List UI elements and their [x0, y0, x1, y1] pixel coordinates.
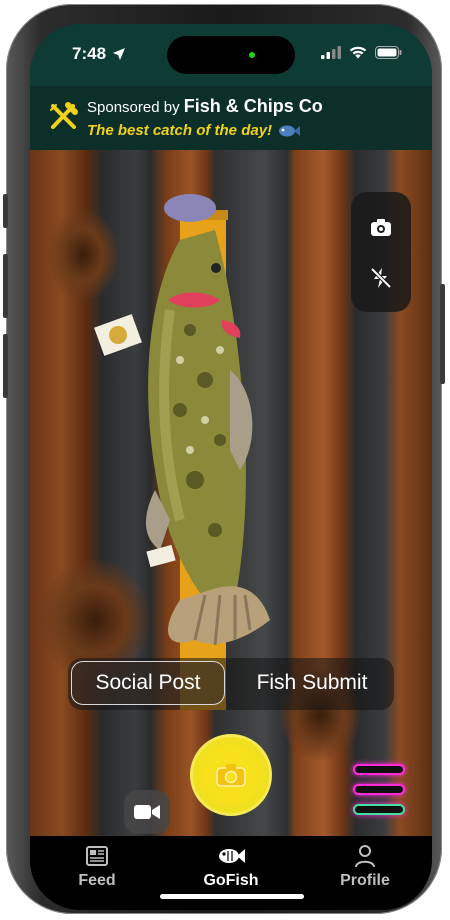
power-button	[440, 284, 445, 384]
menu-bar	[353, 764, 405, 775]
newspaper-icon	[86, 846, 108, 866]
volume-up-button	[3, 254, 8, 318]
camera-indicator-dot	[249, 52, 255, 58]
phone-frame: 7:48 Sponsored by Fish & Chips Co The be…	[3, 4, 445, 914]
tab-gofish[interactable]: GoFish	[186, 844, 276, 890]
status-time: 7:48	[72, 44, 126, 64]
action-button	[3, 194, 8, 228]
fish-icon	[219, 849, 245, 863]
sponsor-tagline: The best catch of the day!	[87, 122, 301, 139]
clock: 7:48	[72, 44, 107, 63]
shutter-button[interactable]	[190, 734, 272, 816]
tagline-text: The best catch of the day!	[87, 122, 273, 139]
tab-feed[interactable]: Feed	[52, 844, 142, 890]
menu-button[interactable]	[353, 764, 405, 820]
battery-icon	[375, 46, 402, 59]
shutter-inner	[201, 745, 261, 805]
tab-feed-label: Feed	[78, 872, 116, 889]
volume-down-button	[3, 334, 8, 398]
sponsor-name: Fish & Chips Co	[183, 96, 323, 116]
cellular-signal-icon	[321, 46, 341, 59]
menu-bar	[353, 784, 405, 795]
sponsored-banner[interactable]: Sponsored by Fish & Chips Co The best ca…	[30, 86, 432, 150]
person-icon	[355, 845, 375, 868]
tab-profile[interactable]: Profile	[320, 844, 410, 890]
location-arrow-icon	[113, 48, 126, 60]
camera-controls-panel	[351, 192, 411, 312]
tab-gofish-label: GoFish	[203, 872, 259, 889]
sponsor-line: Sponsored by Fish & Chips Co	[87, 96, 323, 117]
wifi-icon	[349, 46, 367, 59]
fish-emoji-icon	[279, 125, 301, 136]
tab-profile-label: Profile	[340, 872, 390, 889]
social-post-tab[interactable]: Social Post	[71, 661, 225, 705]
menu-bar	[353, 804, 405, 815]
video-camera-icon	[134, 805, 160, 819]
status-icons	[321, 46, 402, 59]
camera-icon	[216, 764, 246, 787]
screen: 7:48 Sponsored by Fish & Chips Co The be…	[30, 24, 432, 910]
flash-off-icon[interactable]	[369, 266, 393, 290]
video-mode-button[interactable]	[124, 790, 170, 834]
home-indicator[interactable]	[160, 894, 304, 899]
fish-submit-tab[interactable]: Fish Submit	[233, 661, 391, 705]
sponsor-prefix: Sponsored by	[87, 99, 180, 116]
status-bar: 7:48	[30, 24, 432, 86]
fork-knife-icon	[50, 102, 78, 129]
camera-viewfinder[interactable]: Social Post Fish Submit	[30, 150, 432, 836]
flip-camera-icon[interactable]	[369, 216, 393, 240]
dynamic-island	[167, 36, 295, 74]
mode-toggle: Social Post Fish Submit	[68, 658, 394, 710]
